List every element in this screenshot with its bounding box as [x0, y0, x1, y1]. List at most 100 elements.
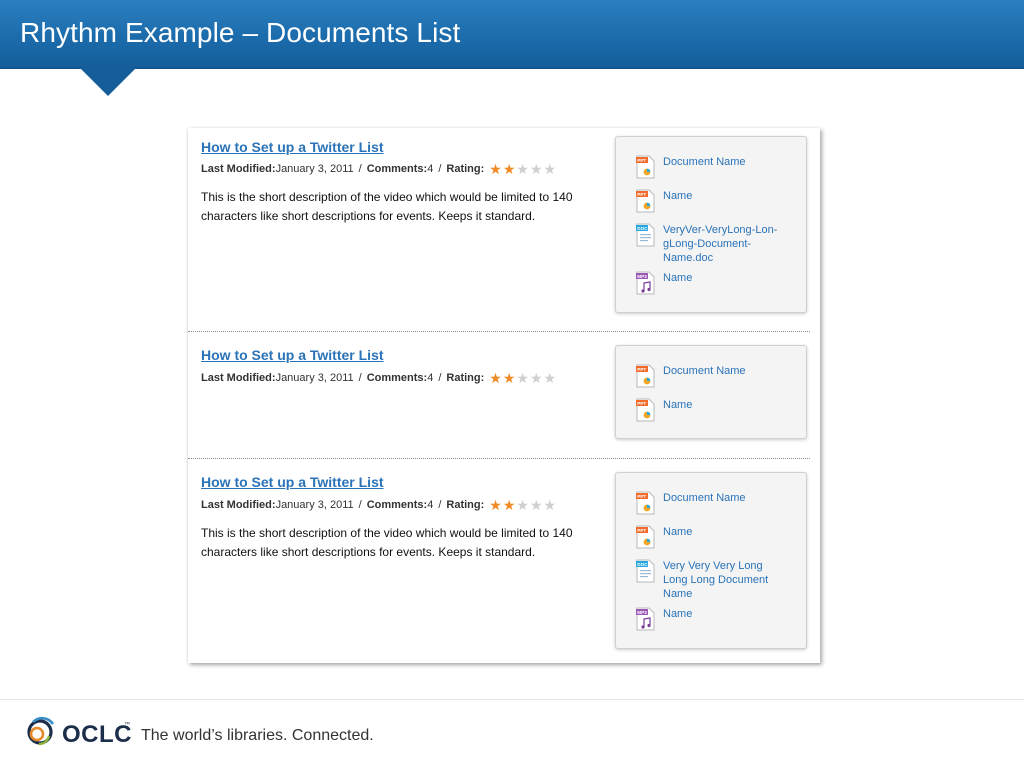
rating-label: Rating: [446, 372, 485, 384]
meta-separator: / [358, 163, 362, 175]
ppt-file-icon: PPT [636, 364, 655, 388]
attachment-link[interactable]: Name [663, 189, 783, 203]
file-type-badge: PPT [637, 494, 646, 499]
file-type-badge: PPT [637, 401, 646, 406]
item-divider [188, 458, 810, 459]
star-empty-icon[interactable]: ★ [544, 371, 557, 385]
comments-label: Comments: [366, 499, 428, 511]
item-title-link[interactable]: How to Set up a Twitter List [201, 139, 384, 155]
meta-separator: / [438, 163, 442, 175]
attachments-box: PPT Document Name PPT Name DOC VeryVer-VeryLo… [615, 136, 807, 313]
attachment-link[interactable]: Document Name [663, 491, 783, 505]
comments-count: 4 [427, 499, 434, 511]
meta-separator: / [438, 499, 442, 511]
file-type-badge: PPT [637, 158, 646, 163]
rating-stars[interactable]: ★ ★ ★ ★ ★ [489, 498, 557, 512]
attachment-item[interactable]: PPT Name [636, 189, 783, 213]
attachment-item[interactable]: DOC VeryVer-VeryLong-Lon-gLong-Document-N… [636, 223, 783, 265]
rating-stars[interactable]: ★ ★ ★ ★ ★ [489, 371, 557, 385]
item-description: This is the short description of the vid… [201, 190, 573, 223]
star-empty-icon[interactable]: ★ [516, 371, 529, 385]
star-filled-icon[interactable]: ★ [503, 371, 516, 385]
attachment-item[interactable]: DOC Very Very Very Long Long Long Documen… [636, 559, 783, 601]
mp3-file-icon: MP3 [636, 271, 655, 295]
star-empty-icon[interactable]: ★ [530, 498, 543, 512]
comments-count: 4 [427, 163, 434, 175]
meta-separator: / [358, 499, 362, 511]
mp3-file-icon: MP3 [636, 607, 655, 631]
star-empty-icon[interactable]: ★ [544, 162, 557, 176]
star-filled-icon[interactable]: ★ [503, 162, 516, 176]
file-type-badge: PPT [637, 367, 646, 372]
star-empty-icon[interactable]: ★ [530, 371, 543, 385]
page-title: Rhythm Example – Documents List [20, 17, 461, 48]
item-description: This is the short description of the vid… [201, 526, 573, 559]
file-type-badge: MP3 [637, 610, 647, 615]
footer-tagline: The world’s libraries. Connected. [141, 727, 374, 744]
attachment-item[interactable]: PPT Document Name [636, 491, 783, 515]
star-filled-icon[interactable]: ★ [489, 498, 502, 512]
item-meta: Last Modified: January 3, 2011 / Comment… [201, 162, 557, 176]
meta-separator: / [358, 372, 362, 384]
star-filled-icon[interactable]: ★ [503, 498, 516, 512]
item-title-link[interactable]: How to Set up a Twitter List [201, 347, 384, 363]
attachment-item[interactable]: MP3 Name [636, 271, 783, 295]
ppt-file-icon: PPT [636, 189, 655, 213]
attachments-box: PPT Document Name PPT Name DOC Very Very Very… [615, 472, 807, 649]
ppt-file-icon: PPT [636, 491, 655, 515]
oclc-logo-text: OCLC [62, 721, 132, 748]
comments-label: Comments: [366, 372, 428, 384]
file-type-badge: PPT [637, 192, 646, 197]
attachment-link[interactable]: VeryVer-VeryLong-Lon-gLong-Document-Name… [663, 223, 783, 265]
doc-file-icon: DOC [636, 223, 655, 247]
slide-header: Rhythm Example – Documents List [0, 0, 1024, 69]
star-empty-icon[interactable]: ★ [516, 498, 529, 512]
comments-count: 4 [427, 372, 434, 384]
oclc-trademark: ™ [124, 722, 130, 728]
item-meta: Last Modified: January 3, 2011 / Comment… [201, 498, 557, 512]
attachment-item[interactable]: PPT Document Name [636, 155, 783, 179]
attachment-item[interactable]: PPT Document Name [636, 364, 783, 388]
item-title-link[interactable]: How to Set up a Twitter List [201, 474, 384, 490]
documents-list-panel: How to Set up a Twitter List Last Modifi… [188, 128, 820, 663]
attachment-link[interactable]: Document Name [663, 364, 783, 378]
last-modified-label: Last Modified: [201, 372, 276, 384]
ppt-file-icon: PPT [636, 155, 655, 179]
doc-file-icon: DOC [636, 559, 655, 583]
last-modified-value: January 3, 2011 [275, 372, 354, 384]
star-empty-icon[interactable]: ★ [516, 162, 529, 176]
star-empty-icon[interactable]: ★ [544, 498, 557, 512]
rating-stars[interactable]: ★ ★ ★ ★ ★ [489, 162, 557, 176]
attachment-link[interactable]: Document Name [663, 155, 783, 169]
rating-label: Rating: [446, 163, 485, 175]
last-modified-label: Last Modified: [201, 499, 276, 511]
attachment-item[interactable]: PPT Name [636, 398, 783, 422]
item-divider [188, 331, 810, 332]
comments-label: Comments: [366, 163, 428, 175]
attachment-link[interactable]: Name [663, 271, 783, 285]
attachment-link[interactable]: Name [663, 398, 783, 412]
star-empty-icon[interactable]: ★ [530, 162, 543, 176]
attachments-box: PPT Document Name PPT Name [615, 345, 807, 439]
file-type-badge: DOC [637, 226, 648, 231]
ppt-file-icon: PPT [636, 525, 655, 549]
attachment-link[interactable]: Very Very Very Long Long Long Document N… [663, 559, 783, 601]
attachment-link[interactable]: Name [663, 525, 783, 539]
file-type-badge: PPT [637, 528, 646, 533]
attachment-link[interactable]: Name [663, 607, 783, 621]
footer-divider [0, 699, 1024, 700]
last-modified-label: Last Modified: [201, 163, 276, 175]
ppt-file-icon: PPT [636, 398, 655, 422]
file-type-badge: MP3 [637, 274, 647, 279]
last-modified-value: January 3, 2011 [275, 499, 354, 511]
item-meta: Last Modified: January 3, 2011 / Comment… [201, 371, 557, 385]
attachment-item[interactable]: PPT Name [636, 525, 783, 549]
file-type-badge: DOC [637, 562, 648, 567]
rating-label: Rating: [446, 499, 485, 511]
star-filled-icon[interactable]: ★ [489, 162, 502, 176]
attachment-item[interactable]: MP3 Name [636, 607, 783, 631]
meta-separator: / [438, 372, 442, 384]
last-modified-value: January 3, 2011 [275, 163, 354, 175]
oclc-logo-icon [27, 716, 55, 746]
star-filled-icon[interactable]: ★ [489, 371, 502, 385]
